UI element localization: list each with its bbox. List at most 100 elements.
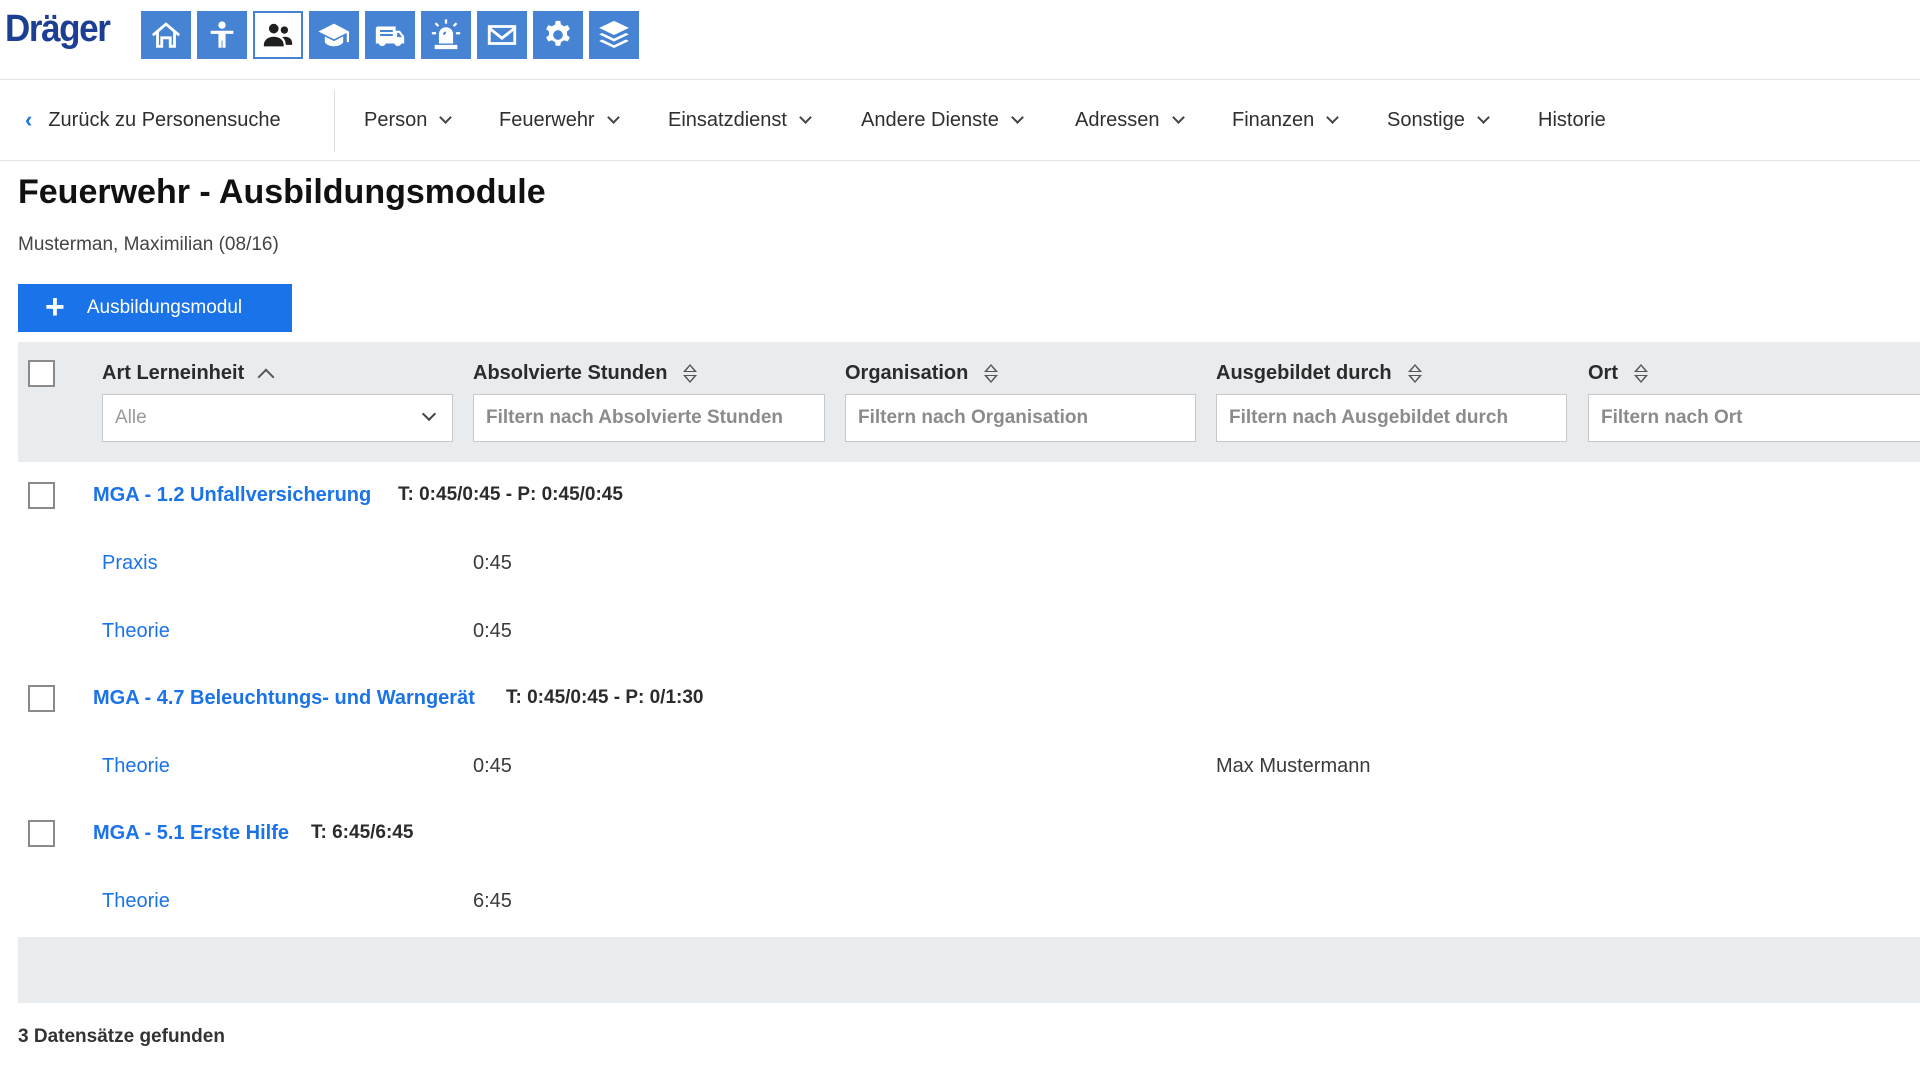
settings-button[interactable]	[533, 11, 583, 59]
type-filter-select[interactable]: Alle	[102, 394, 453, 442]
mail-button[interactable]	[477, 11, 527, 59]
chevron-down-icon	[606, 111, 620, 124]
vehicles-button[interactable]	[365, 11, 415, 59]
row-trainer: Max Mustermann	[1216, 755, 1371, 777]
sort-ascending-icon	[257, 368, 275, 385]
training-button[interactable]	[309, 11, 359, 59]
gear-icon	[546, 20, 570, 46]
nav-item-historie[interactable]: Historie	[1538, 80, 1606, 160]
row-hours: 0:45	[473, 620, 512, 642]
chevron-down-icon	[439, 111, 453, 124]
brand-logo[interactable]: Dräger	[5, 8, 111, 51]
column-header-label: Ort	[1588, 362, 1618, 384]
organisation-filter-placeholder: Filtern nach Organisation	[858, 407, 1089, 428]
home-icon	[151, 22, 181, 48]
column-header-art-lerneinheit[interactable]: Art Lerneinheit	[102, 362, 275, 385]
nav-item-label: Person	[364, 108, 428, 131]
nav-item-label: Feuerwehr	[499, 108, 595, 131]
group-hours-summary: T: 0:45/0:45 - P: 0/1:30	[506, 687, 704, 708]
row-type-link[interactable]: Theorie	[102, 755, 170, 778]
place-filter-placeholder: Filtern nach Ort	[1601, 407, 1743, 428]
group-title-link[interactable]: MGA - 1.2 Unfallversicherung	[93, 484, 371, 507]
column-header-label: Organisation	[845, 362, 969, 384]
nav-item-feuerwehr[interactable]: Feuerwehr	[499, 80, 620, 160]
page-title: Feuerwehr - Ausbildungsmodule	[18, 173, 546, 211]
nav-item-sonstige[interactable]: Sonstige	[1387, 80, 1490, 160]
row-type-link[interactable]: Theorie	[102, 890, 170, 913]
top-bar: Dräger	[0, 0, 1920, 80]
person-button[interactable]	[197, 11, 247, 59]
column-header-label: Ausgebildet durch	[1216, 362, 1392, 384]
alarm-button[interactable]	[421, 11, 471, 59]
chevron-down-icon	[1326, 111, 1340, 124]
layers-icon	[599, 20, 629, 49]
row-type-link[interactable]: Theorie	[102, 620, 170, 643]
nav-item-label: Sonstige	[1387, 108, 1465, 131]
group-checkbox[interactable]	[28, 685, 55, 712]
row-type-link[interactable]: Praxis	[102, 552, 158, 575]
nav-item-person[interactable]: Person	[364, 80, 453, 160]
fire-truck-icon	[375, 26, 405, 47]
home-button[interactable]	[141, 11, 191, 59]
mail-icon	[487, 25, 517, 45]
nav-item-label: Adressen	[1075, 108, 1160, 131]
app-icon-bar	[141, 11, 639, 59]
organisation-filter-input[interactable]: Filtern nach Organisation	[845, 394, 1196, 442]
group-hours-summary: T: 6:45/6:45	[311, 822, 414, 843]
trainer-filter-placeholder: Filtern nach Ausgebildet durch	[1229, 407, 1509, 428]
group-title-link[interactable]: MGA - 4.7 Beleuchtungs- und Warngerät	[93, 687, 475, 710]
chevron-left-icon: ‹	[25, 107, 33, 132]
group-checkbox[interactable]	[28, 482, 55, 509]
column-header-label: Art Lerneinheit	[102, 362, 245, 384]
chevron-down-icon	[1476, 111, 1490, 124]
graduation-cap-icon	[318, 23, 350, 47]
plus-icon: +	[45, 287, 65, 326]
group-hours-summary: T: 0:45/0:45 - P: 0:45/0:45	[398, 484, 623, 505]
place-filter-input[interactable]: Filtern nach Ort	[1588, 394, 1920, 442]
nav-item-finanzen[interactable]: Finanzen	[1232, 80, 1340, 160]
group-title-link[interactable]: MGA - 5.1 Erste Hilfe	[93, 822, 289, 845]
nav-item-label: Einsatzdienst	[668, 108, 787, 131]
persons-button[interactable]	[253, 11, 303, 59]
back-link-label: Zurück zu Personensuche	[48, 108, 281, 131]
column-header-organisation[interactable]: Organisation	[845, 362, 999, 385]
nav-item-label: Andere Dienste	[861, 108, 999, 131]
add-training-module-button[interactable]: + Ausbildungsmodul	[18, 284, 292, 332]
nav-divider	[334, 90, 335, 152]
column-header-label: Absolvierte Stunden	[473, 362, 668, 384]
record-count: 3 Datensätze gefunden	[18, 1026, 225, 1047]
trainer-filter-input[interactable]: Filtern nach Ausgebildet durch	[1216, 394, 1567, 442]
nav-item-label: Historie	[1538, 108, 1606, 131]
chevron-down-icon	[1011, 111, 1024, 124]
chevron-down-icon	[799, 111, 812, 124]
column-header-ort[interactable]: Ort	[1588, 362, 1648, 385]
siren-icon	[431, 19, 461, 50]
table-footer	[18, 937, 1920, 1003]
row-hours: 0:45	[473, 755, 512, 777]
chevron-down-icon	[1171, 111, 1185, 124]
column-header-ausgebildet-durch[interactable]: Ausgebildet durch	[1216, 362, 1422, 385]
hours-filter-placeholder: Filtern nach Absolvierte Stunden	[486, 407, 784, 428]
row-hours: 6:45	[473, 890, 512, 912]
sort-icon	[683, 363, 698, 385]
persons-icon	[263, 23, 293, 47]
nav-item-einsatzdienst[interactable]: Einsatzdienst	[668, 80, 812, 160]
nav-item-adressen[interactable]: Adressen	[1075, 80, 1185, 160]
add-button-label: Ausbildungsmodul	[86, 297, 243, 318]
hours-filter-input[interactable]: Filtern nach Absolvierte Stunden	[473, 394, 825, 442]
person-icon	[210, 21, 234, 48]
select-all-checkbox[interactable]	[28, 360, 55, 387]
person-subtitle: Musterman, Maximilian (08/16)	[18, 234, 279, 255]
nav-item-andere-dienste[interactable]: Andere Dienste	[861, 80, 1024, 160]
nav-item-label: Finanzen	[1232, 108, 1315, 131]
sort-icon	[984, 363, 999, 385]
group-checkbox[interactable]	[28, 820, 55, 847]
back-to-person-search-link[interactable]: ‹ Zurück zu Personensuche	[25, 80, 281, 160]
column-header-absolvierte-stunden[interactable]: Absolvierte Stunden	[473, 362, 698, 385]
type-filter-value: Alle	[115, 407, 147, 428]
sort-icon	[1407, 363, 1422, 385]
row-hours: 0:45	[473, 552, 512, 574]
sort-icon	[1634, 363, 1648, 385]
layers-button[interactable]	[589, 11, 639, 59]
chevron-down-icon	[421, 406, 437, 422]
